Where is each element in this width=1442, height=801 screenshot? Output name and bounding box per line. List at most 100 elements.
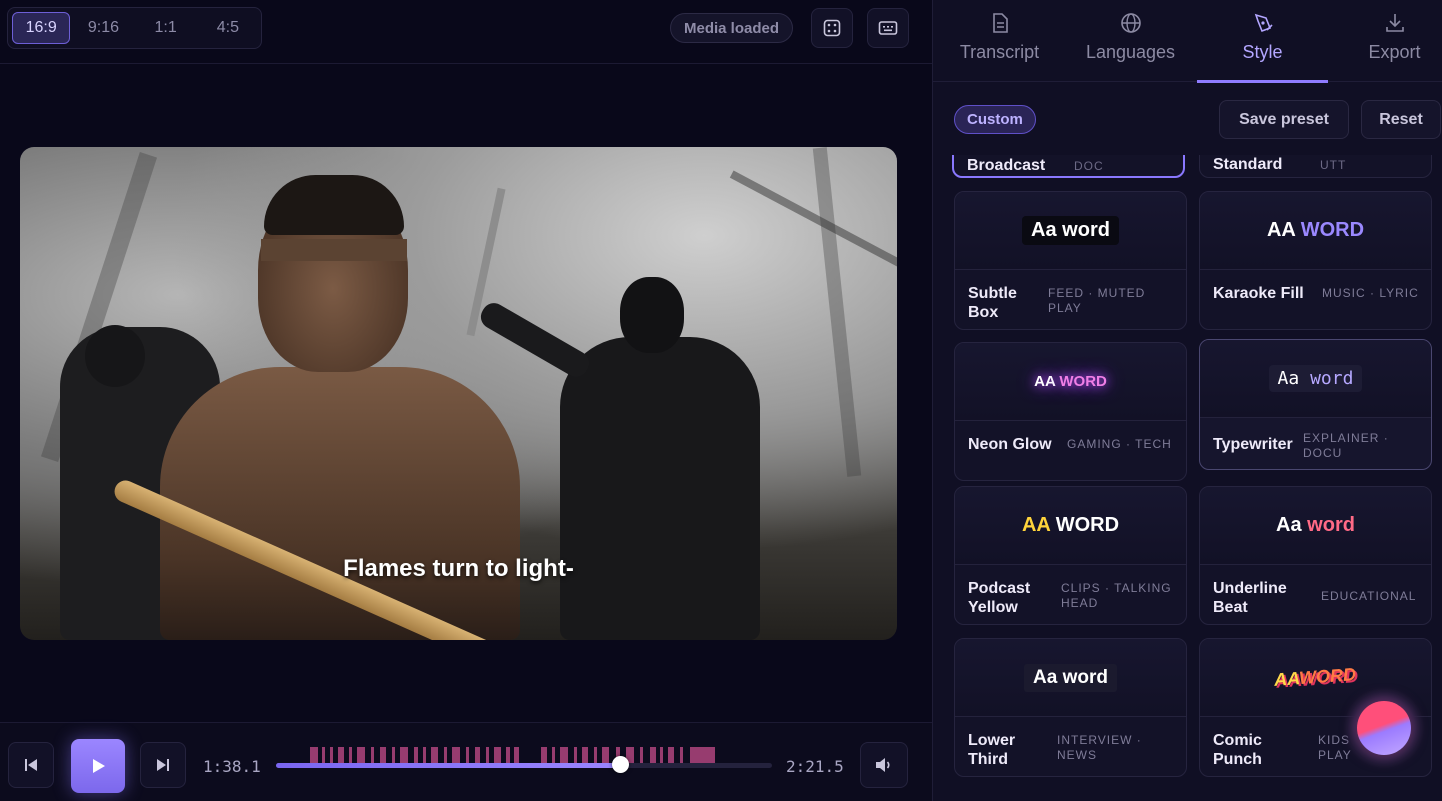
editor-area: 16:9 9:16 1:1 4:5 Media loaded Flames tu… <box>0 0 932 801</box>
volume-button[interactable] <box>860 742 908 788</box>
caption-marker <box>560 747 568 763</box>
caption-marker <box>602 747 609 763</box>
preset-tags: CLIPS · TALKING HEAD <box>1061 581 1172 610</box>
scene-figure-head <box>620 277 684 353</box>
caption-marker <box>552 747 555 763</box>
preset-name: Karaoke Fill <box>1213 285 1304 302</box>
aspect-ratio-4-5[interactable]: 4:5 <box>199 12 257 44</box>
preset-card-standard[interactable]: Standard UTT <box>1199 155 1432 178</box>
caption-marker <box>452 747 460 763</box>
document-icon <box>992 13 1008 33</box>
preset-card-typewriter[interactable]: Aa word Typewriter EXPLAINER · DOCU <box>1199 339 1432 470</box>
preset-name: Underline Beat <box>1213 580 1287 616</box>
preset-card-karaoke-fill[interactable]: AA WORD Karaoke Fill MUSIC · LYRIC <box>1199 191 1432 330</box>
volume-icon <box>876 758 890 772</box>
safe-area-button[interactable] <box>811 8 853 48</box>
skip-forward-icon <box>157 759 169 771</box>
skip-back-icon <box>25 759 37 771</box>
caption-marker <box>541 747 547 763</box>
scene-tree <box>812 147 862 477</box>
preset-card-lower-third[interactable]: Aa word Lower Third INTERVIEW · NEWS <box>954 638 1187 777</box>
tab-label: Export <box>1368 42 1421 62</box>
aspect-ratio-1-1[interactable]: 1:1 <box>137 12 195 44</box>
aspect-ratio-16-9[interactable]: 16:9 <box>12 12 71 44</box>
captions-toggle-button[interactable] <box>867 8 909 48</box>
total-duration: 2:21.5 <box>786 757 844 776</box>
preset-preview: AA WORD <box>955 343 1186 421</box>
assistant-orb-icon <box>1357 701 1411 755</box>
preset-name: Lower Third <box>968 732 1016 768</box>
caption-marker <box>310 747 318 763</box>
preset-card-subtle-box[interactable]: Aa word Subtle Box FEED · MUTED PLAY <box>954 191 1187 330</box>
caption-marker <box>322 747 325 763</box>
preset-card-neon-glow[interactable]: AA WORD Neon Glow GAMING · TECH <box>954 342 1187 481</box>
caption-marker <box>338 747 344 763</box>
custom-style-badge: Custom <box>954 105 1036 134</box>
preset-card-broadcast[interactable]: Broadcast DOC <box>952 155 1185 178</box>
caption-marker <box>582 747 588 763</box>
aspect-ratio-selector: 16:9 9:16 1:1 4:5 <box>7 7 262 49</box>
caption-marker <box>371 747 374 763</box>
tab-label: Transcript <box>959 42 1040 62</box>
tab-transcript[interactable]: Transcript <box>934 0 1065 82</box>
caption-marker <box>349 747 352 763</box>
tab-label: Languages <box>1085 42 1176 62</box>
caption-marker <box>650 747 656 763</box>
preset-name: Typewriter <box>1213 436 1293 453</box>
scene-figure-hair <box>264 175 404 235</box>
preset-preview: Aa word <box>955 192 1186 270</box>
skip-back-button[interactable] <box>8 742 54 788</box>
caption-marker <box>514 747 519 763</box>
preset-name: Podcast Yellow <box>968 580 1031 616</box>
safe-area-icon <box>823 19 841 37</box>
save-preset-button[interactable]: Save preset <box>1219 100 1349 139</box>
panel-tabs: Transcript Languages Style Export <box>933 0 1442 83</box>
preset-tags: EXPLAINER · DOCU <box>1303 431 1389 460</box>
caption-marker <box>380 747 386 763</box>
aspect-ratio-9-16[interactable]: 9:16 <box>74 12 132 44</box>
preset-preview: Aa word <box>1200 340 1431 418</box>
side-panel: Transcript Languages Style Export Custom… <box>932 0 1442 801</box>
tab-label: Style <box>1242 42 1283 62</box>
tab-style[interactable]: Style <box>1197 0 1328 83</box>
current-time: 1:38.1 <box>203 757 261 776</box>
caption-marker <box>444 747 447 763</box>
preset-name: Neon Glow <box>968 436 1052 453</box>
preset-tags: FEED · MUTED PLAY <box>1048 286 1146 315</box>
caption-marker <box>357 747 365 763</box>
scene-headband <box>261 239 407 261</box>
preset-tags: DOC <box>1074 159 1104 173</box>
timeline-progress <box>276 763 621 768</box>
preset-preview: Aa word <box>1200 487 1431 565</box>
keyboard-icon <box>878 21 898 35</box>
preset-name: Broadcast <box>967 157 1046 174</box>
preview-text: AA WORD <box>1034 373 1107 390</box>
video-preview[interactable]: Flames turn to light- <box>20 147 897 640</box>
preset-name: Comic Punch <box>1213 732 1262 768</box>
caption-marker <box>330 747 333 763</box>
caption-marker <box>475 747 480 763</box>
tab-export[interactable]: Export <box>1329 0 1442 82</box>
preset-card-podcast-yellow[interactable]: AA WORD Podcast Yellow CLIPS · TALKING H… <box>954 486 1187 625</box>
preview-text: AA WORD <box>1266 219 1365 241</box>
download-icon <box>1385 14 1404 32</box>
preview-text: AA WORD <box>1021 514 1120 536</box>
globe-icon <box>1120 13 1141 33</box>
skip-forward-button[interactable] <box>140 742 186 788</box>
preview-text: Aa word <box>1024 663 1117 692</box>
tab-languages[interactable]: Languages <box>1065 0 1196 82</box>
preset-name: Subtle Box <box>968 285 1017 321</box>
caption-marker <box>506 747 510 763</box>
caption-marker <box>594 747 597 763</box>
caption-marker <box>494 747 501 763</box>
caption-marker <box>680 747 683 763</box>
subtitle-caption: Flames turn to light- <box>343 555 574 582</box>
assistant-button[interactable] <box>1344 688 1424 768</box>
preset-card-underline-beat[interactable]: Aa word Underline Beat EDUCATIONAL <box>1199 486 1432 625</box>
play-icon <box>93 759 105 773</box>
reset-button[interactable]: Reset <box>1361 100 1441 139</box>
play-button[interactable] <box>71 739 125 793</box>
preview-text: Aa word <box>1276 514 1355 536</box>
scene-figure-arm <box>476 298 594 382</box>
timeline-scrubber[interactable] <box>276 763 772 768</box>
